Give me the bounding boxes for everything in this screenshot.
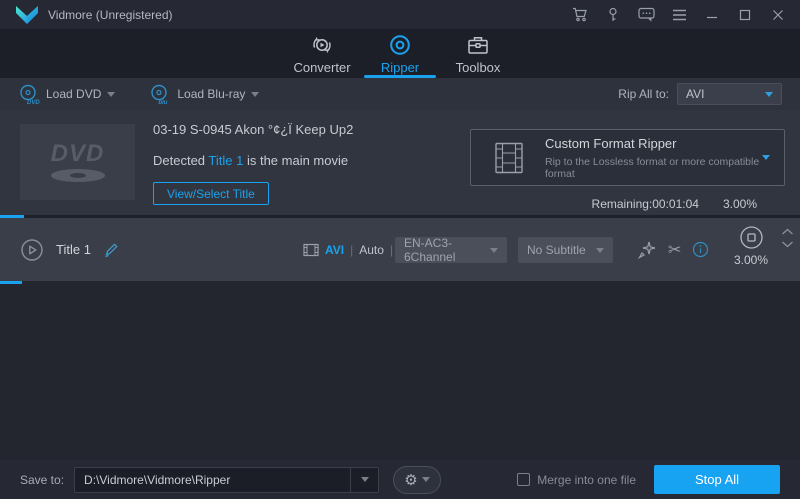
subtitle-select[interactable]: No Subtitle xyxy=(518,237,613,263)
disc-info-panel: DVD 03-19 S-0945 Akon °¢¿Ï Keep Up2 Dete… xyxy=(0,110,800,215)
minimize-icon[interactable] xyxy=(700,3,724,27)
settings-button[interactable]: ⚙ xyxy=(393,465,442,494)
chevron-down-icon xyxy=(596,247,604,253)
edit-effects-icon[interactable] xyxy=(637,218,657,281)
overall-progress-percent: 3.00% xyxy=(722,197,757,211)
tab-ripper[interactable]: Ripper xyxy=(361,29,439,78)
custom-format-ripper-selector[interactable]: Custom Format Ripper Rip to the Lossless… xyxy=(470,129,785,186)
chevron-down-icon xyxy=(360,477,369,482)
task-list-area xyxy=(0,281,800,460)
menu-icon[interactable] xyxy=(667,3,691,27)
save-path-dropdown[interactable] xyxy=(350,467,378,492)
title-progress-bar xyxy=(0,281,22,284)
tab-ripper-label: Ripper xyxy=(380,59,420,75)
chevron-down-icon xyxy=(251,91,260,97)
close-icon[interactable] xyxy=(766,3,790,27)
format-panel-subtitle: Rip to the Lossless format or more compa… xyxy=(545,155,760,180)
merge-into-one-file-option[interactable]: Merge into one file xyxy=(517,473,636,487)
vidmore-window: Vidmore (Unregistered) Converter Ripper … xyxy=(0,0,800,499)
load-bluray-button[interactable]: blu Load Blu-ray xyxy=(149,83,260,106)
dvd-logo: DVD xyxy=(50,140,105,167)
scroll-down-icon[interactable] xyxy=(781,241,794,248)
toolbox-icon xyxy=(466,33,490,57)
stop-task-button[interactable] xyxy=(739,225,764,250)
remaining-time: Remaining:00:01:04 xyxy=(591,197,699,211)
rename-pencil-icon[interactable] xyxy=(103,242,119,258)
load-dvd-button[interactable]: DVD Load DVD xyxy=(18,83,116,106)
ripper-toolbar: DVD Load DVD blu Load Blu-ray Rip All to… xyxy=(0,78,800,110)
chevron-down-icon xyxy=(490,247,498,253)
dvd-disc-icon: DVD xyxy=(18,83,40,106)
save-path-value: D:\Vidmore\Vidmore\Ripper xyxy=(84,472,231,487)
chevron-down-icon xyxy=(762,155,770,160)
ripper-disc-icon xyxy=(388,33,412,57)
rip-all-to-select[interactable]: AVI xyxy=(677,83,782,105)
title-format-link[interactable]: AVI xyxy=(325,243,344,257)
dvd-thumbnail: DVD xyxy=(20,124,135,200)
disc-title: 03-19 S-0945 Akon °¢¿Ï Keep Up2 xyxy=(153,122,354,137)
audio-track-select[interactable]: EN-AC3-6Channel xyxy=(395,236,507,264)
title-name: Title 1 xyxy=(56,242,91,257)
tab-toolbox-label: Toolbox xyxy=(455,59,501,75)
video-format-icon xyxy=(303,243,319,257)
tab-bar: Converter Ripper Toolbox xyxy=(0,29,800,78)
bluray-disc-icon: blu xyxy=(149,83,171,106)
vidmore-logo-icon xyxy=(14,5,40,25)
tab-converter[interactable]: Converter xyxy=(283,29,361,78)
view-select-title-button[interactable]: View/Select Title xyxy=(153,182,269,205)
gear-icon: ⚙ xyxy=(404,471,418,489)
cut-scissors-icon[interactable]: ✂ xyxy=(668,218,681,281)
load-dvd-label: Load DVD xyxy=(46,87,102,101)
format-panel-title: Custom Format Ripper xyxy=(545,135,677,151)
merge-label: Merge into one file xyxy=(537,472,636,487)
dvd-logo-disc xyxy=(50,169,105,182)
chevron-down-icon xyxy=(765,91,773,97)
titlebar: Vidmore (Unregistered) xyxy=(0,0,800,29)
title-row[interactable]: Title 1 AVI | Auto | 01:43:23 EN-AC3-6Ch… xyxy=(0,218,800,281)
converter-icon xyxy=(310,33,334,57)
tab-toolbox[interactable]: Toolbox xyxy=(439,29,517,78)
title-progress-percent: 3.00% xyxy=(733,253,769,267)
play-preview-button[interactable] xyxy=(20,238,44,262)
feedback-icon[interactable] xyxy=(634,3,658,27)
bottom-bar: Save to: D:\Vidmore\Vidmore\Ripper ⚙ Mer… xyxy=(0,460,800,499)
rip-all-to-label: Rip All to: xyxy=(618,87,669,101)
maximize-icon[interactable] xyxy=(733,3,757,27)
save-to-label: Save to: xyxy=(20,472,65,487)
audio-track-value: EN-AC3-6Channel xyxy=(404,236,456,264)
stop-all-button[interactable]: Stop All xyxy=(654,465,780,494)
app-title: Vidmore (Unregistered) xyxy=(48,7,173,22)
scroll-up-icon[interactable] xyxy=(781,228,794,235)
info-icon[interactable] xyxy=(692,218,709,281)
subtitle-value: No Subtitle xyxy=(527,243,586,257)
register-key-icon[interactable] xyxy=(601,3,625,27)
load-bluray-label: Load Blu-ray xyxy=(177,87,246,101)
save-path-field[interactable]: D:\Vidmore\Vidmore\Ripper xyxy=(74,466,380,493)
title-quality: Auto xyxy=(359,242,384,257)
cart-icon[interactable] xyxy=(568,3,592,27)
chevron-down-icon xyxy=(107,91,116,97)
merge-checkbox[interactable] xyxy=(517,473,531,486)
chevron-down-icon xyxy=(421,477,430,482)
detected-text: Detected Title 1 is the main movie xyxy=(153,153,349,168)
rip-all-to-value: AVI xyxy=(686,87,705,101)
tab-converter-label: Converter xyxy=(293,59,351,75)
film-strip-icon xyxy=(491,140,527,176)
title-1-link[interactable]: Title 1 xyxy=(208,153,243,168)
